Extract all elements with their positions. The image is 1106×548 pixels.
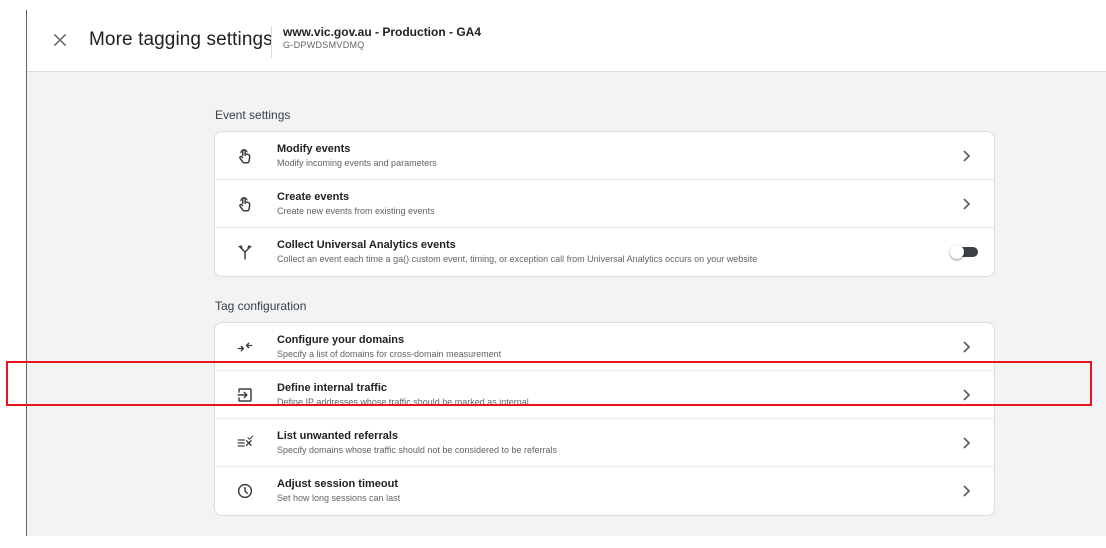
configure-domains-row[interactable]: Configure your domains Specify a list of… — [215, 323, 994, 371]
configure-domains-description: Specify a list of domains for cross-doma… — [277, 349, 502, 359]
touch-icon — [239, 197, 251, 212]
modify-events-description: Modify incoming events and parameters — [277, 158, 437, 168]
create-events-title: Create events — [277, 191, 350, 203]
chevron-right-icon — [963, 150, 971, 162]
adjust-session-timeout-row[interactable]: Adjust session timeout Set how long sess… — [215, 467, 994, 515]
event-settings-card: Modify events Modify incoming events and… — [214, 131, 995, 277]
chevron-right-icon — [963, 485, 971, 497]
create-events-description: Create new events from existing events — [277, 206, 435, 216]
define-internal-traffic-row[interactable]: Define internal traffic Define IP addres… — [215, 371, 994, 419]
adjust-session-timeout-title: Adjust session timeout — [277, 478, 399, 490]
configure-domains-title: Configure your domains — [277, 334, 405, 346]
collect-ua-events-row: Collect Universal Analytics events Colle… — [215, 228, 994, 276]
toggle-knob — [950, 245, 964, 259]
settings-panel: More tagging settings www.vic.gov.au - P… — [26, 10, 1106, 536]
collect-ua-events-toggle[interactable] — [950, 245, 978, 259]
property-id: G-DPWDSMVDMQ — [283, 40, 365, 50]
filter-off-icon — [237, 435, 254, 447]
list-unwanted-referrals-title: List unwanted referrals — [277, 430, 399, 442]
chevron-right-icon — [963, 341, 971, 353]
page-title: More tagging settings — [89, 29, 273, 50]
collect-ua-events-title: Collect Universal Analytics events — [277, 239, 456, 251]
property-name: www.vic.gov.au - Production - GA4 — [283, 25, 482, 39]
create-events-row[interactable]: Create events Create new events from exi… — [215, 180, 994, 228]
list-unwanted-referrals-description: Specify domains whose traffic should not… — [277, 445, 557, 455]
modify-events-title: Modify events — [277, 143, 351, 155]
chevron-right-icon — [963, 389, 971, 401]
define-internal-traffic-title: Define internal traffic — [277, 382, 388, 394]
merge-icon — [238, 245, 252, 260]
section-title-event-settings: Event settings — [215, 108, 291, 122]
panel-header: More tagging settings www.vic.gov.au - P… — [27, 10, 1106, 72]
cross-domain-icon — [237, 342, 253, 352]
collect-ua-events-description: Collect an event each time a ga() custom… — [277, 254, 758, 264]
touch-icon — [239, 149, 251, 164]
clock-icon — [237, 483, 253, 499]
chevron-right-icon — [963, 437, 971, 449]
modify-events-row[interactable]: Modify events Modify incoming events and… — [215, 132, 994, 180]
close-icon[interactable] — [51, 31, 69, 49]
chevron-right-icon — [963, 198, 971, 210]
content-area: Event settings Modify events Modify inco… — [27, 72, 1106, 536]
login-icon — [237, 388, 252, 402]
section-title-tag-configuration: Tag configuration — [215, 299, 307, 313]
define-internal-traffic-description: Define IP addresses whose traffic should… — [277, 397, 529, 407]
header-divider — [271, 26, 272, 58]
adjust-session-timeout-description: Set how long sessions can last — [277, 493, 401, 503]
list-unwanted-referrals-row[interactable]: List unwanted referrals Specify domains … — [215, 419, 994, 467]
tag-configuration-card: Configure your domains Specify a list of… — [214, 322, 995, 516]
